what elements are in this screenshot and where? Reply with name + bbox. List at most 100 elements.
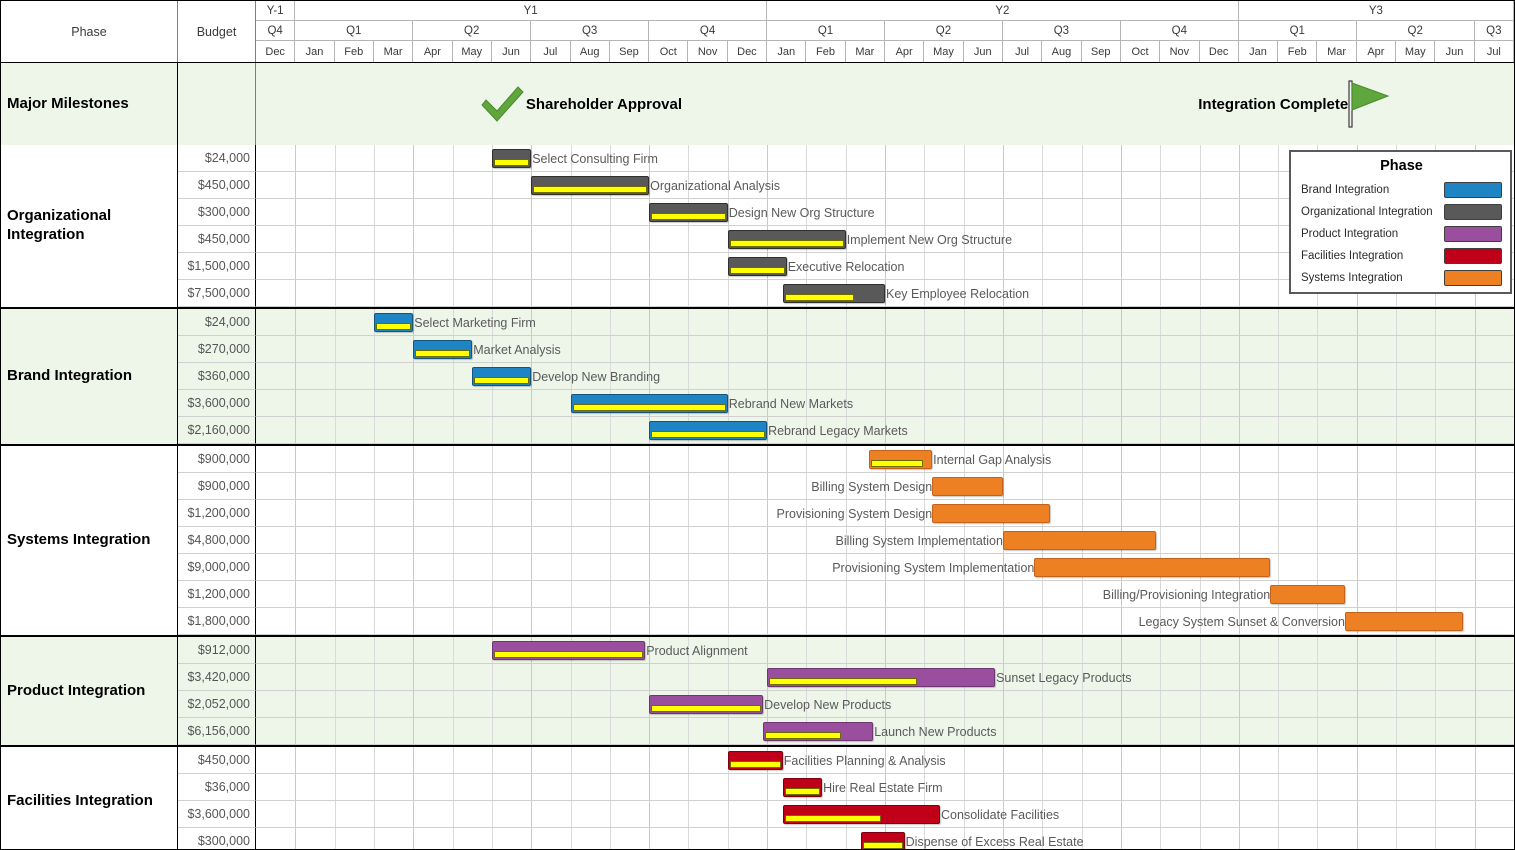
gantt-bar[interactable] <box>727 230 846 249</box>
gantt-bar[interactable] <box>763 722 874 741</box>
task-row[interactable]: $9,000,000 Provisioning System Implementa… <box>178 554 1514 581</box>
timeline-month-cell-1: Jan <box>295 41 335 63</box>
gantt-bar[interactable] <box>1002 531 1157 550</box>
gridline <box>1238 446 1240 472</box>
task-row[interactable]: $2,160,000 Rebrand Legacy Markets <box>178 417 1514 444</box>
gantt-bar[interactable] <box>1270 585 1345 604</box>
timeline-month-cell-8: Aug <box>570 41 610 63</box>
phase-label: Brand Integration <box>1 309 178 444</box>
gantt-bar[interactable] <box>869 450 933 469</box>
gantt-bar[interactable] <box>1034 558 1271 577</box>
milestone-2[interactable]: Integration Complete <box>1198 63 1390 145</box>
gridline <box>649 801 651 827</box>
task-row[interactable]: $900,000 Internal Gap Analysis <box>178 446 1514 473</box>
legend-item-1[interactable]: Brand Integration <box>1301 179 1502 201</box>
gridline <box>1120 718 1122 744</box>
task-label: Dispense of Excess Real Estate <box>905 834 1084 849</box>
task-row[interactable]: $24,000 Select Marketing Firm <box>178 309 1514 336</box>
task-row[interactable]: $1,200,000 Provisioning System Design <box>178 500 1514 527</box>
gridline <box>1474 446 1476 472</box>
gantt-bar[interactable] <box>570 394 728 413</box>
gridline <box>1160 527 1162 553</box>
gridline <box>1474 473 1476 499</box>
gridline <box>531 199 533 225</box>
legend-item-5[interactable]: Systems Integration <box>1301 267 1502 289</box>
milestone-1[interactable]: Shareholder Approval <box>478 63 682 145</box>
task-label: Consolidate Facilities <box>941 807 1060 822</box>
legend-item-4[interactable]: Facilities Integration <box>1301 245 1502 267</box>
task-row[interactable]: $900,000 Billing System Design <box>178 473 1514 500</box>
gridline <box>1474 309 1476 335</box>
gridline <box>1199 664 1201 690</box>
gantt-bar[interactable] <box>413 340 473 359</box>
task-row[interactable]: $6,156,000 Launch New Products <box>178 718 1514 745</box>
progress-indicator <box>651 431 766 438</box>
gridline <box>1160 473 1162 499</box>
timeline-month-cell-0: Dec <box>256 41 296 63</box>
gridline <box>1356 309 1358 335</box>
legend-item-3[interactable]: Product Integration <box>1301 223 1502 245</box>
progress-indicator <box>474 377 530 384</box>
legend-item-2[interactable]: Organizational Integration <box>1301 201 1502 223</box>
progress-indicator <box>863 842 903 849</box>
task-row[interactable]: $2,052,000 Develop New Products <box>178 691 1514 718</box>
gantt-bar[interactable] <box>782 778 823 797</box>
gridline <box>334 664 336 690</box>
gantt-bar[interactable] <box>932 504 1051 523</box>
gantt-bar[interactable] <box>861 832 905 849</box>
gridline <box>1356 500 1358 526</box>
gridline <box>334 390 336 416</box>
gridline <box>924 309 926 335</box>
gantt-bar[interactable] <box>531 176 650 195</box>
gantt-bar[interactable] <box>727 257 787 276</box>
task-row[interactable]: $1,800,000 Legacy System Sunset & Convers… <box>178 608 1514 635</box>
gridline <box>924 336 926 362</box>
gantt-bar[interactable] <box>491 149 532 168</box>
gantt-bar[interactable] <box>727 751 783 770</box>
task-row[interactable]: $3,420,000 Sunset Legacy Products <box>178 664 1514 691</box>
task-row[interactable]: $912,000 Product Alignment <box>178 637 1514 664</box>
task-row[interactable]: $36,000 Hire Real Estate Firm <box>178 774 1514 801</box>
gantt-bar[interactable] <box>649 203 728 222</box>
gantt-bar[interactable] <box>932 477 1003 496</box>
task-row[interactable]: $3,600,000 Rebrand New Markets <box>178 390 1514 417</box>
task-track: Billing/Provisioning Integration <box>256 581 1514 608</box>
task-row[interactable]: $4,800,000 Billing System Implementation <box>178 527 1514 554</box>
gridline <box>1435 828 1437 849</box>
task-row[interactable]: $270,000 Market Analysis <box>178 336 1514 363</box>
timeline-month-cell-31: Jul <box>1474 41 1514 63</box>
gridline <box>1042 145 1044 171</box>
gridline <box>767 828 769 849</box>
gantt-bar[interactable] <box>491 641 646 660</box>
gridline <box>806 446 808 472</box>
gantt-bar[interactable] <box>782 284 885 303</box>
gridline <box>727 828 729 849</box>
gridline <box>1435 718 1437 744</box>
gridline <box>1396 581 1398 607</box>
gridline <box>1278 747 1280 773</box>
gantt-bar[interactable] <box>373 313 414 332</box>
gridline <box>609 417 611 443</box>
gridline <box>1238 199 1240 225</box>
task-row[interactable]: $1,200,000 Billing/Provisioning Integrati… <box>178 581 1514 608</box>
task-row[interactable]: $450,000 Facilities Planning & Analysis <box>178 747 1514 774</box>
gantt-bar[interactable] <box>767 668 996 687</box>
gridline <box>1435 336 1437 362</box>
gridline <box>1081 390 1083 416</box>
task-budget: $450,000 <box>178 747 256 774</box>
task-row[interactable]: $360,000 Develop New Branding <box>178 363 1514 390</box>
gridline <box>767 801 769 827</box>
gantt-bar[interactable] <box>649 421 768 440</box>
gridline <box>373 747 375 773</box>
gantt-bar[interactable] <box>1344 612 1463 631</box>
gridline <box>334 747 336 773</box>
timeline-quarter-cell-7: Q3 <box>1002 21 1121 41</box>
gantt-bar[interactable] <box>782 805 941 824</box>
gantt-bar[interactable] <box>649 695 764 714</box>
task-row[interactable]: $3,600,000 Consolidate Facilities <box>178 801 1514 828</box>
task-row[interactable]: $300,000 Dispense of Excess Real Estate <box>178 828 1514 849</box>
gridline <box>295 747 297 773</box>
gridline <box>531 390 533 416</box>
timeline-month-cell-22: Oct <box>1120 41 1161 63</box>
gantt-bar[interactable] <box>472 367 532 386</box>
